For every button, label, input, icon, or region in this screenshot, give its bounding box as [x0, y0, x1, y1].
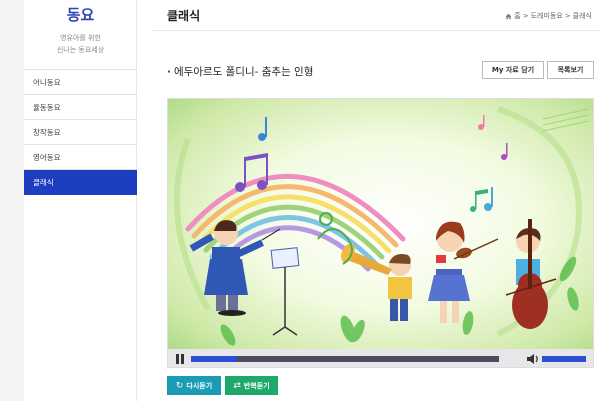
add-to-my-button[interactable]: My 자료 담기: [482, 61, 544, 79]
pause-icon[interactable]: [176, 354, 184, 364]
sidebar-subtitle-line1: 영유아를 위한: [60, 34, 101, 42]
song-title-text: 에두아르도 폴디니- 춤추는 인형: [174, 66, 314, 78]
replay-icon: ↻: [175, 380, 184, 391]
left-margin: [0, 0, 24, 401]
replay-label: 다시듣기: [186, 381, 213, 390]
sidebar-item-3[interactable]: 영어동요: [24, 145, 137, 170]
sidebar-item-0[interactable]: 어니동요: [24, 70, 137, 95]
repeat-button[interactable]: ⇄ 반복듣기: [225, 376, 278, 395]
progress-fill: [191, 356, 238, 362]
breadcrumb-separator: >: [522, 12, 529, 20]
volume-slider[interactable]: [542, 356, 586, 362]
volume-icon[interactable]: [526, 353, 540, 365]
song-title: · 에두아르도 폴디니- 춤추는 인형: [167, 64, 313, 79]
player-controls: [168, 349, 593, 367]
sidebar-subtitle: 영유아를 위한 신나는 동요세상: [24, 32, 137, 56]
list-view-button[interactable]: 목록보기: [547, 61, 594, 79]
sidebar-menu: 어니동요 율동동요 창작동요 영어동요 클래식: [24, 69, 137, 195]
sidebar-item-1[interactable]: 율동동요: [24, 95, 137, 120]
sidebar-item-2[interactable]: 창작동요: [24, 120, 137, 145]
replay-button[interactable]: ↻ 다시듣기: [167, 376, 221, 395]
sidebar: 동요 영유아를 위한 신나는 동요세상 어니동요 율동동요 창작동요 영어동요 …: [24, 0, 137, 401]
media-player: [167, 98, 594, 368]
video-illustration[interactable]: [168, 99, 594, 349]
breadcrumb-home[interactable]: 홈: [514, 11, 520, 21]
breadcrumb-separator: >: [564, 12, 571, 20]
sidebar-subtitle-line2: 신나는 동요세상: [56, 46, 105, 54]
page-title: 클래식: [167, 9, 201, 23]
breadcrumb-current: 클래식: [572, 12, 592, 20]
bullet-icon: ·: [167, 66, 171, 78]
repeat-label: 반복듣기: [243, 381, 270, 390]
home-icon: [505, 13, 512, 19]
repeat-icon: ⇄: [233, 380, 241, 391]
header-divider: [152, 30, 600, 31]
breadcrumb-level1[interactable]: 도레미동요: [531, 11, 563, 21]
progress-bar[interactable]: [191, 356, 499, 362]
sidebar-item-classic[interactable]: 클래식: [24, 170, 137, 195]
breadcrumb: 홈 > 도레미동요 > 클래식: [505, 11, 592, 21]
sidebar-title: 동요: [66, 6, 95, 24]
